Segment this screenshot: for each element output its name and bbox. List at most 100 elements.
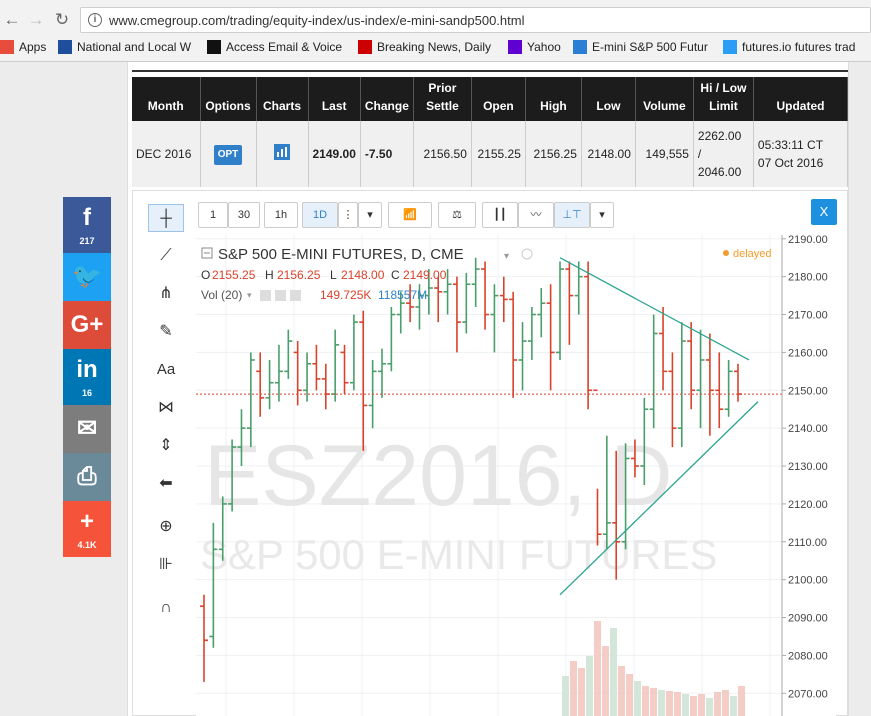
print-share-button[interactable]: ⎙	[63, 453, 111, 501]
volume-bar	[674, 692, 681, 716]
axis-tick-label: 2180.00	[788, 272, 828, 284]
chart-type-chevron-icon[interactable]: ▾	[590, 202, 614, 228]
linkedin-icon: in	[76, 356, 98, 383]
line-chart-icon[interactable]: 〰	[518, 202, 554, 228]
updated-date: 07 Oct 2016	[757, 156, 824, 170]
chart-title: S&P 500 E-MINI FUTURES, D, CME	[218, 246, 464, 263]
bar-chart-icon[interactable]	[274, 143, 290, 160]
axis-tick-label: 2110.00	[788, 537, 827, 549]
cell-high: 2156.25	[525, 121, 582, 187]
twitter-share-button[interactable]: 🐦	[63, 253, 111, 301]
axis-tick-label: 2150.00	[788, 385, 828, 397]
arrow-left-icon[interactable]: ⬅	[148, 470, 184, 498]
apps-grid-icon	[0, 40, 14, 54]
forward-icon[interactable]: →	[26, 10, 46, 30]
drawing-toolbar: ┼ ⟋ ⋔ ✎ Aa ⋈ ⇕ ⬅ ⊕ ⊪ ∩	[140, 198, 190, 716]
x-logo-icon	[207, 40, 221, 54]
cell-updated: 05:33:11 CT 07 Oct 2016	[753, 121, 849, 187]
vol-chevron-icon[interactable]: ▾	[247, 290, 252, 300]
more-intervals-icon[interactable]: ⋮	[338, 202, 358, 228]
interval-1[interactable]: 1	[198, 202, 228, 228]
column-header-line: Volume	[643, 99, 686, 113]
watermark: ESZ2016, D S&P 500 E-MINI FUTURES	[200, 428, 717, 578]
share-count: 217	[79, 236, 95, 246]
bookmark-item[interactable]: E-mini S&P 500 Futur	[573, 40, 708, 54]
legend-c-label: C	[391, 268, 400, 282]
column-header-line: Charts	[262, 99, 301, 113]
vol-close-icon[interactable]	[290, 290, 301, 301]
bookmark-item[interactable]: Breaking News, Daily	[358, 40, 491, 54]
reload-icon[interactable]: ↻	[52, 10, 72, 30]
volume-bar	[594, 621, 601, 716]
vol-settings-icon[interactable]	[275, 290, 286, 301]
price-chart[interactable]: ESZ2016, D S&P 500 E-MINI FUTURES 2149.0…	[196, 235, 836, 716]
volume-bar	[658, 690, 665, 716]
interval-1d[interactable]: 1D	[302, 202, 338, 228]
twitter-icon: 🐦	[72, 263, 102, 290]
vol-eye-icon[interactable]	[260, 290, 271, 301]
chart-toolbar: 1 30 1h 1D ⋮ ▾ 📶 ⚖ ┃┃ 〰 ⊥⊤ ▾	[195, 199, 845, 231]
table-header-row: Month Options Charts Last Change Prior Settle O…	[132, 77, 849, 121]
trend-line-tool-icon[interactable]: ⟋	[148, 242, 184, 270]
chevron-down-icon[interactable]: ▾	[358, 202, 382, 228]
axis-tick-label: 2140.00	[788, 423, 828, 435]
volume-bar	[706, 698, 713, 716]
cell-options: OPT	[200, 121, 257, 187]
legend-chevron-icon[interactable]: ▾	[504, 251, 509, 262]
bookmark-item[interactable]: Access Email & Voice	[207, 40, 342, 54]
share-count: 16	[81, 388, 92, 398]
cell-volume: 149,555	[635, 121, 694, 187]
indicators-icon[interactable]: 📶	[388, 202, 432, 228]
magnet-icon[interactable]: ∩	[148, 594, 184, 622]
address-bar[interactable]: i www.cmegroup.com/trading/equity-index/…	[80, 7, 871, 33]
opt-button[interactable]: OPT	[213, 144, 243, 165]
column-header-line: Low	[596, 99, 621, 113]
bookmark-item[interactable]: Yahoo	[508, 40, 561, 54]
back-icon[interactable]: ←	[2, 10, 22, 30]
axis-tick-label: 2120.00	[788, 499, 828, 511]
pattern-tool-icon[interactable]: ⋈	[148, 394, 184, 422]
candles-icon[interactable]: ┃┃	[482, 202, 518, 228]
interval-1h[interactable]: 1h	[264, 202, 298, 228]
column-header-line: Open	[483, 99, 514, 113]
price-axis[interactable]: 2190.00 2180.00 2170.00 2160.00 2150.00 2140.…	[781, 235, 836, 716]
zoom-in-icon[interactable]: ⊕	[148, 513, 184, 541]
text-tool-icon[interactable]: Aa	[148, 356, 184, 384]
email-share-button[interactable]: ✉	[63, 405, 111, 453]
linkedin-share-button[interactable]: in 16	[63, 349, 111, 405]
ohlc-bars-icon[interactable]: ⊥⊤	[554, 202, 590, 228]
compare-scale-icon[interactable]: ⚖	[438, 202, 476, 228]
share-plus-share-button[interactable]: +4.1K	[63, 501, 111, 557]
column-header: Charts	[256, 77, 309, 121]
axis-tick-label: 2130.00	[788, 461, 828, 473]
google-plus-share-button[interactable]: G+	[63, 301, 111, 349]
volume-bar	[578, 668, 585, 716]
axis-tick-label: 2090.00	[788, 613, 828, 625]
crosshair-tool-icon[interactable]: ┼	[148, 204, 184, 232]
legend-low: 2148.00	[341, 268, 385, 282]
volume-bar	[730, 696, 737, 716]
interval-30[interactable]: 30	[228, 202, 260, 228]
yahoo-icon	[508, 40, 522, 54]
bookmark-item[interactable]: futures.io futures trad	[723, 40, 855, 54]
pitchfork-tool-icon[interactable]: ⋔	[148, 280, 184, 308]
bookmark-label: Yahoo	[527, 40, 561, 54]
bookmark-item[interactable]: Apps	[0, 40, 46, 54]
close-chart-button[interactable]: X	[811, 199, 837, 225]
volume-bar	[610, 628, 617, 716]
column-header: Last	[308, 77, 361, 121]
volume-bar	[626, 674, 633, 716]
volume-bar	[682, 694, 689, 716]
measure-tool-icon[interactable]: ⇕	[148, 432, 184, 460]
site-info-icon[interactable]: i	[88, 13, 102, 27]
column-header: Options	[200, 77, 257, 121]
address-row: ← → ↻ i www.cmegroup.com/trading/equity-…	[0, 7, 871, 33]
cell-open: 2155.25	[471, 121, 526, 187]
weather-channel-icon	[58, 40, 72, 54]
watermark-symbol: ESZ2016, D	[204, 428, 672, 524]
bookmark-item[interactable]: National and Local W	[58, 40, 191, 54]
volume-bar	[586, 656, 593, 716]
brush-tool-icon[interactable]: ✎	[148, 318, 184, 346]
facebook-share-button[interactable]: f 217	[63, 197, 111, 253]
ruler-tool-icon[interactable]: ⊪	[148, 551, 184, 579]
